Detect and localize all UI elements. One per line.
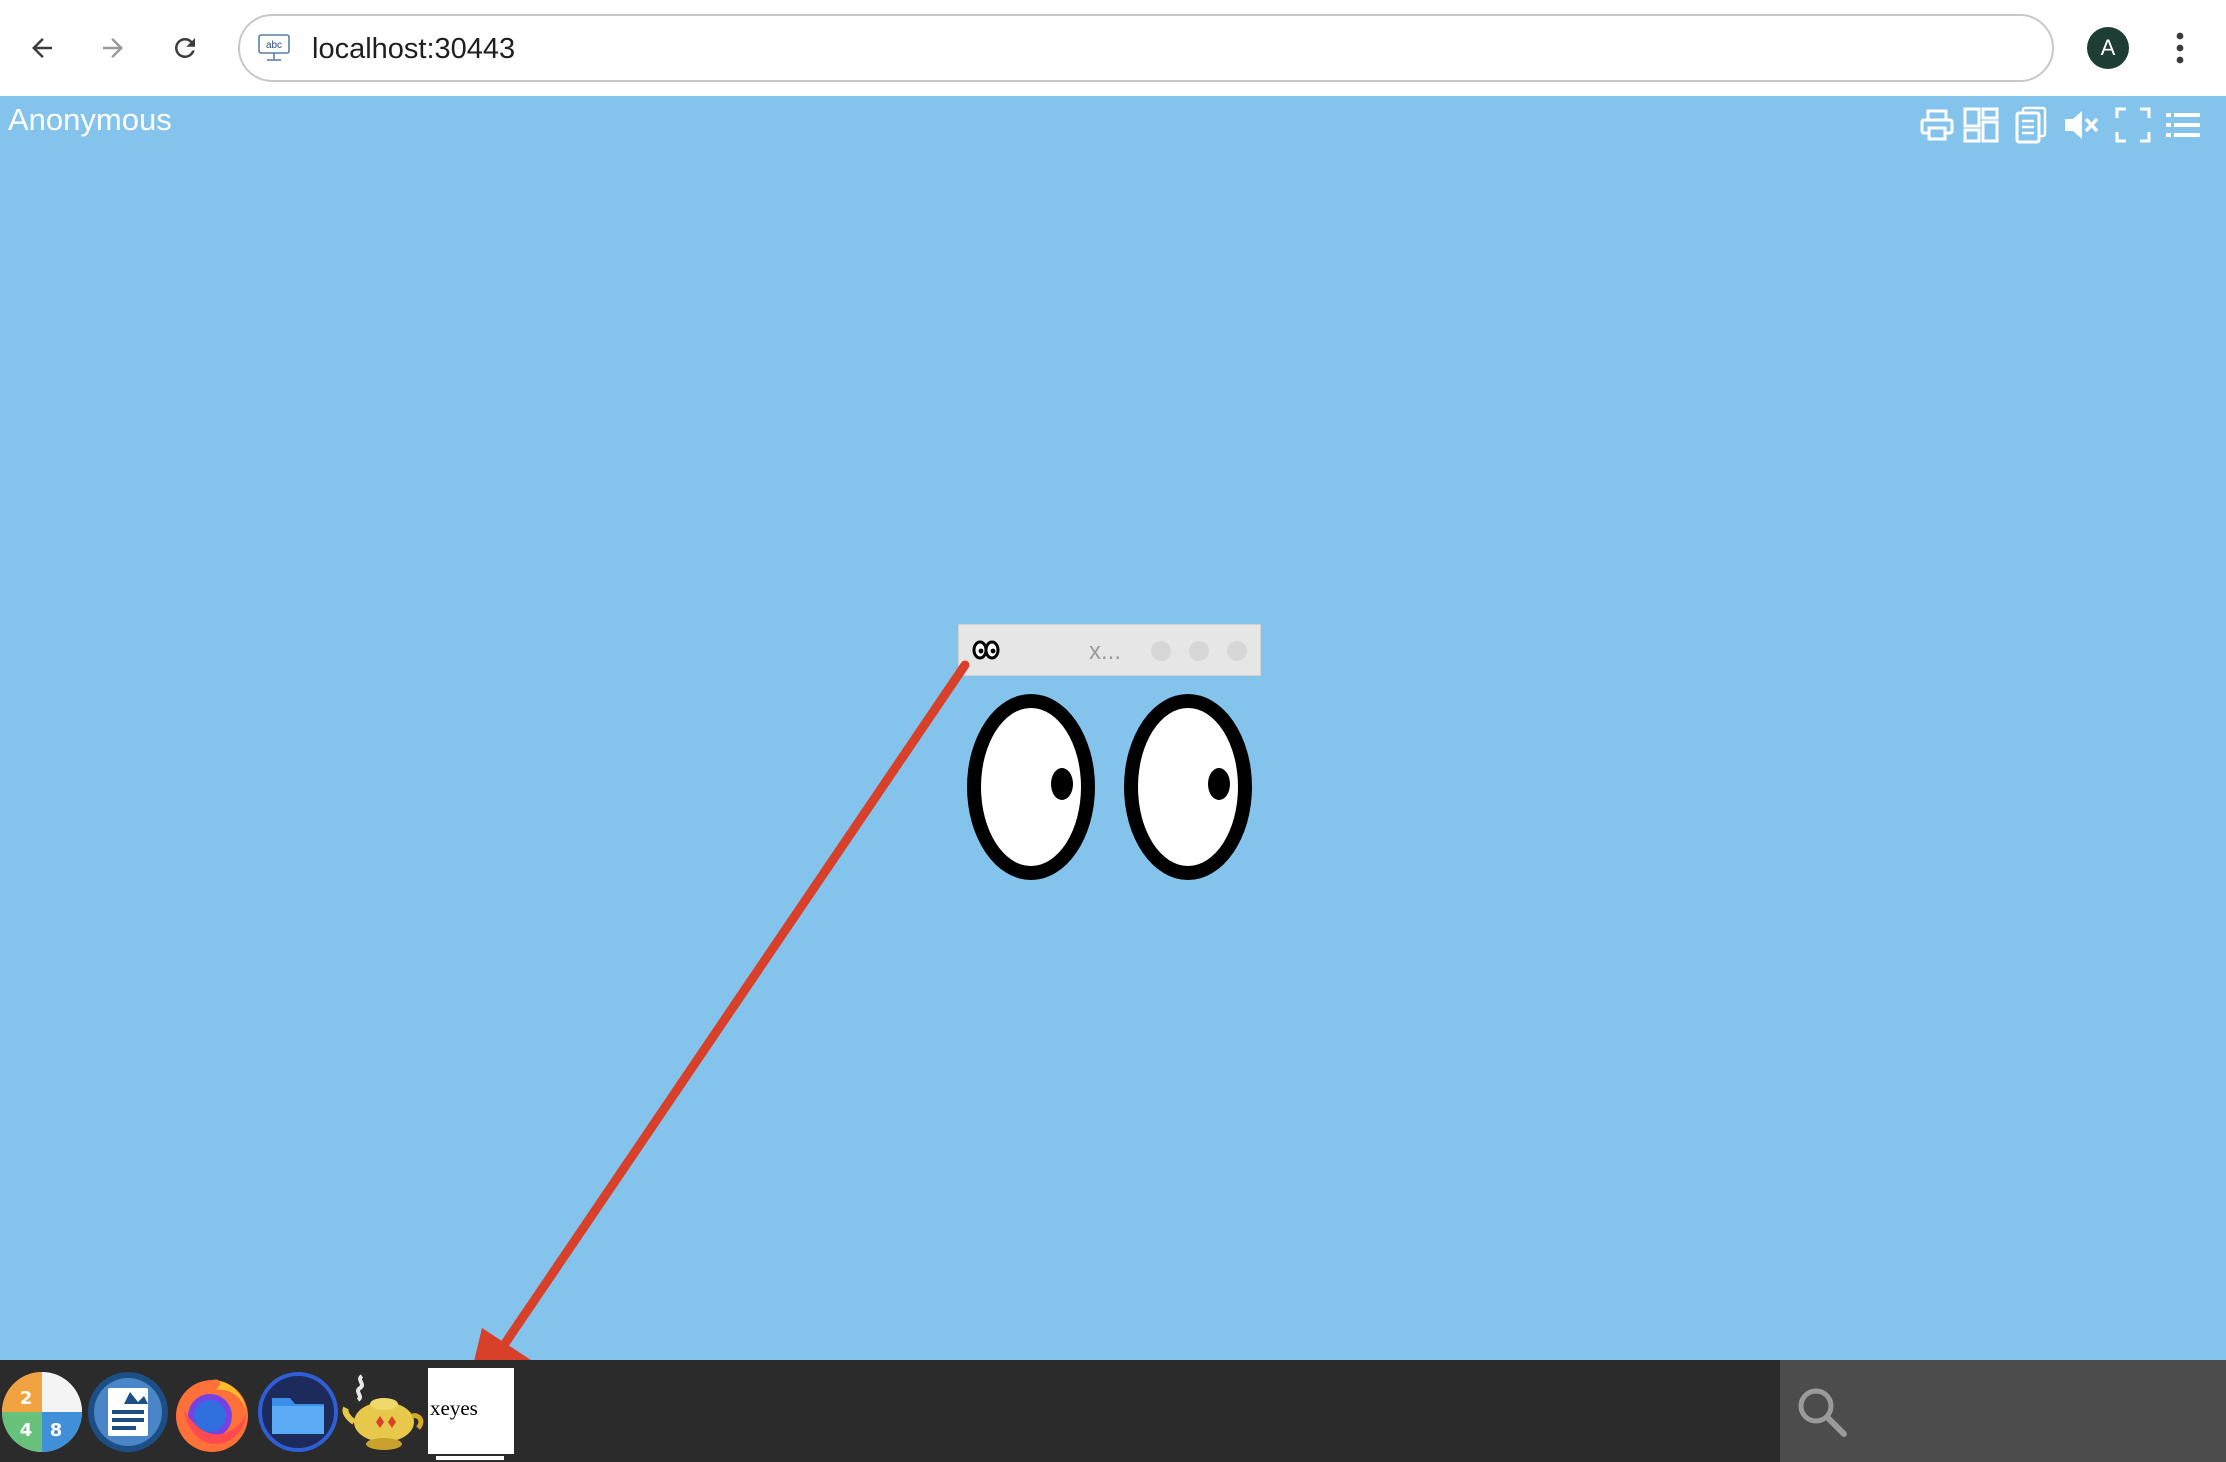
task-xeyes-label: xeyes [430, 1396, 478, 1420]
back-icon [32, 38, 52, 58]
xeyes-titlebar[interactable]: x... [958, 624, 1261, 676]
minimize-button[interactable] [1151, 641, 1171, 661]
taskbar-search[interactable] [1780, 1360, 2226, 1462]
document-viewer-icon[interactable] [86, 1370, 170, 1454]
task-xeyes[interactable]: xeyes [428, 1368, 514, 1454]
svg-text:4: 4 [20, 1420, 33, 1441]
site-info-icon[interactable]: abc [258, 34, 290, 62]
clipboard-icon[interactable] [2012, 106, 2050, 144]
svg-text:8: 8 [50, 1420, 63, 1441]
maximize-button[interactable] [1189, 641, 1209, 661]
reload-icon [175, 37, 195, 58]
close-button[interactable] [1227, 641, 1247, 661]
active-task-indicator [436, 1456, 504, 1460]
taskbar: 2 4 8 xeyes [0, 1360, 2226, 1462]
calculator-icon[interactable]: 2 4 8 [0, 1370, 84, 1454]
svg-text:2: 2 [20, 1388, 33, 1409]
fullscreen-icon[interactable] [2114, 106, 2152, 144]
forward-button[interactable] [85, 20, 141, 76]
browser-toolbar: abc localhost:30443 A [0, 0, 2226, 96]
left-eye [967, 694, 1095, 880]
profile-initial: A [2100, 35, 2116, 60]
back-button[interactable] [14, 20, 70, 76]
xeyes-window-title: x... [1089, 638, 1122, 665]
xeyes-app-icon [972, 640, 1000, 660]
reload-button[interactable] [157, 20, 213, 76]
menu-list-icon[interactable] [2164, 106, 2202, 144]
profile-avatar[interactable]: A [2087, 27, 2129, 69]
search-icon[interactable] [1794, 1384, 1850, 1440]
svg-text:abc: abc [266, 40, 282, 51]
address-bar[interactable]: abc localhost:30443 [238, 14, 2054, 82]
print-icon[interactable] [1918, 106, 1956, 144]
layout-icon[interactable] [1962, 106, 2000, 144]
xeyes-eyes [967, 694, 1252, 880]
user-label: Anonymous [8, 102, 172, 137]
remote-desktop[interactable]: Anonymous x... [0, 96, 2226, 1360]
url-text[interactable]: localhost:30443 [312, 33, 515, 66]
mute-icon[interactable] [2062, 106, 2100, 144]
kebab-menu-icon[interactable] [2160, 26, 2200, 70]
xeyes-window[interactable]: x... [958, 624, 1261, 896]
firefox-icon[interactable] [170, 1370, 254, 1454]
genie-lamp-icon[interactable] [342, 1370, 426, 1454]
right-eye [1124, 694, 1252, 880]
forward-icon [103, 38, 123, 58]
file-manager-icon[interactable] [256, 1370, 340, 1454]
